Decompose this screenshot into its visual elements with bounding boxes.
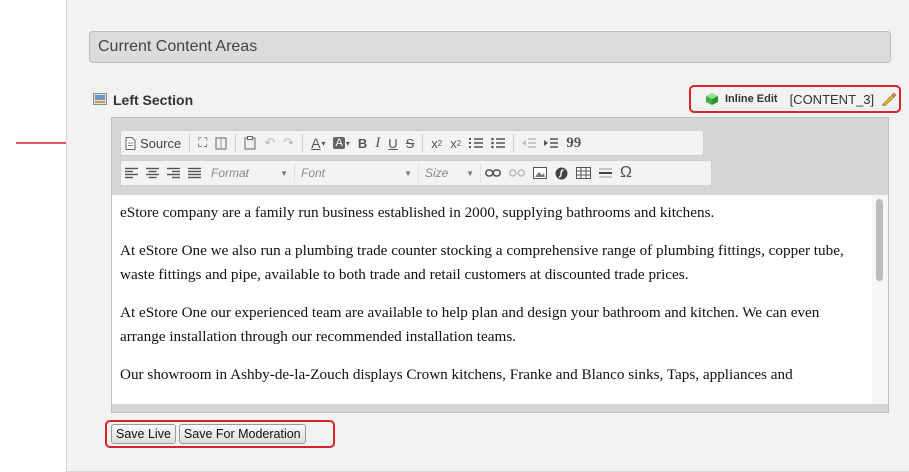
toolbar-separator [513, 134, 515, 152]
content-areas-panel: Current Content Areas Left Section Inlin… [66, 0, 909, 472]
size-label: Size [425, 166, 449, 180]
editor-content-area[interactable]: eStore company are a family run business… [112, 195, 872, 404]
format-dropdown[interactable]: Format ▼ [205, 163, 295, 183]
chevron-down-icon: ▼ [466, 168, 474, 178]
chevron-down-icon: ▼ [280, 168, 288, 178]
editor-toolbar-row-2: Format ▼ Font ▼ Size ▼ Ω [120, 160, 712, 186]
flash-icon[interactable] [551, 162, 572, 184]
align-left-icon[interactable] [121, 162, 142, 184]
font-label: Font [301, 166, 326, 180]
align-right-icon[interactable] [163, 162, 184, 184]
paragraph: At eStore One we also run a plumbing tra… [120, 241, 844, 284]
save-buttons-group: Save Live Save For Moderation [105, 420, 335, 448]
font-dropdown[interactable]: Font ▼ [295, 163, 419, 183]
maximize-icon[interactable]: ⛶ [194, 132, 211, 154]
cube-icon [706, 93, 718, 105]
toolbar-separator [422, 134, 424, 152]
content-code: [CONTENT_3] [789, 91, 875, 107]
align-center-icon[interactable] [142, 162, 163, 184]
background-color-icon[interactable]: A ▾ [329, 132, 353, 154]
paste-icon[interactable] [240, 132, 260, 154]
horizontal-rule-icon[interactable] [595, 162, 616, 184]
text-color-icon[interactable]: A ▾ [307, 132, 329, 154]
unlink-icon[interactable] [505, 162, 529, 184]
toolbar-separator [235, 134, 237, 152]
section-icon [93, 93, 107, 105]
editor-toolbar-row-1: Source ⛶ ↶ ↷ A ▾ A ▾ B I U S x2 x2 99 [120, 130, 704, 156]
strikethrough-icon[interactable]: S [402, 132, 419, 154]
bold-icon[interactable]: B [354, 132, 371, 154]
italic-icon[interactable]: I [371, 132, 384, 154]
save-live-button[interactable]: Save Live [111, 424, 176, 444]
special-character-icon[interactable]: Ω [616, 162, 636, 184]
blockquote-icon[interactable]: 99 [562, 132, 585, 154]
current-content-areas-bar: Current Content Areas [89, 31, 891, 63]
document-icon [125, 136, 136, 150]
subscript-icon[interactable]: x2 [427, 132, 446, 154]
link-icon[interactable] [481, 162, 505, 184]
pencil-icon[interactable] [880, 90, 898, 108]
paragraph: At eStore One our experienced team are a… [120, 303, 820, 346]
source-button[interactable]: Source [121, 132, 185, 154]
format-label: Format [211, 166, 250, 180]
section-title: Left Section [113, 92, 194, 108]
bulleted-list-icon[interactable] [487, 132, 509, 154]
save-for-moderation-button[interactable]: Save For Moderation [178, 424, 306, 444]
outdent-icon[interactable] [518, 132, 540, 154]
numbered-list-icon[interactable] [465, 132, 487, 154]
inline-edit-label[interactable]: Inline Edit [725, 93, 778, 105]
size-dropdown[interactable]: Size ▼ [419, 163, 481, 183]
underline-icon[interactable]: U [384, 132, 401, 154]
scrollbar-thumb[interactable] [876, 199, 883, 281]
paragraph: Our showroom in Ashby-de-la-Zouch displa… [120, 365, 793, 383]
justify-icon[interactable] [184, 162, 205, 184]
toolbar-separator [189, 134, 191, 152]
toolbar-separator [302, 134, 304, 152]
superscript-icon[interactable]: x2 [446, 132, 465, 154]
indent-icon[interactable] [540, 132, 562, 154]
show-blocks-icon[interactable] [211, 132, 231, 154]
source-label: Source [140, 135, 182, 151]
chevron-down-icon: ▼ [404, 168, 412, 178]
rich-text-editor: Source ⛶ ↶ ↷ A ▾ A ▾ B I U S x2 x2 99 Fo… [111, 117, 889, 413]
redo-icon[interactable]: ↷ [279, 132, 298, 154]
undo-icon[interactable]: ↶ [260, 132, 279, 154]
image-icon[interactable] [529, 162, 551, 184]
editor-scrollbar[interactable] [872, 195, 888, 404]
inline-edit-control[interactable]: Inline Edit [CONTENT_3] [689, 85, 901, 113]
table-icon[interactable] [572, 162, 595, 184]
paragraph: eStore company are a family run business… [120, 204, 715, 221]
